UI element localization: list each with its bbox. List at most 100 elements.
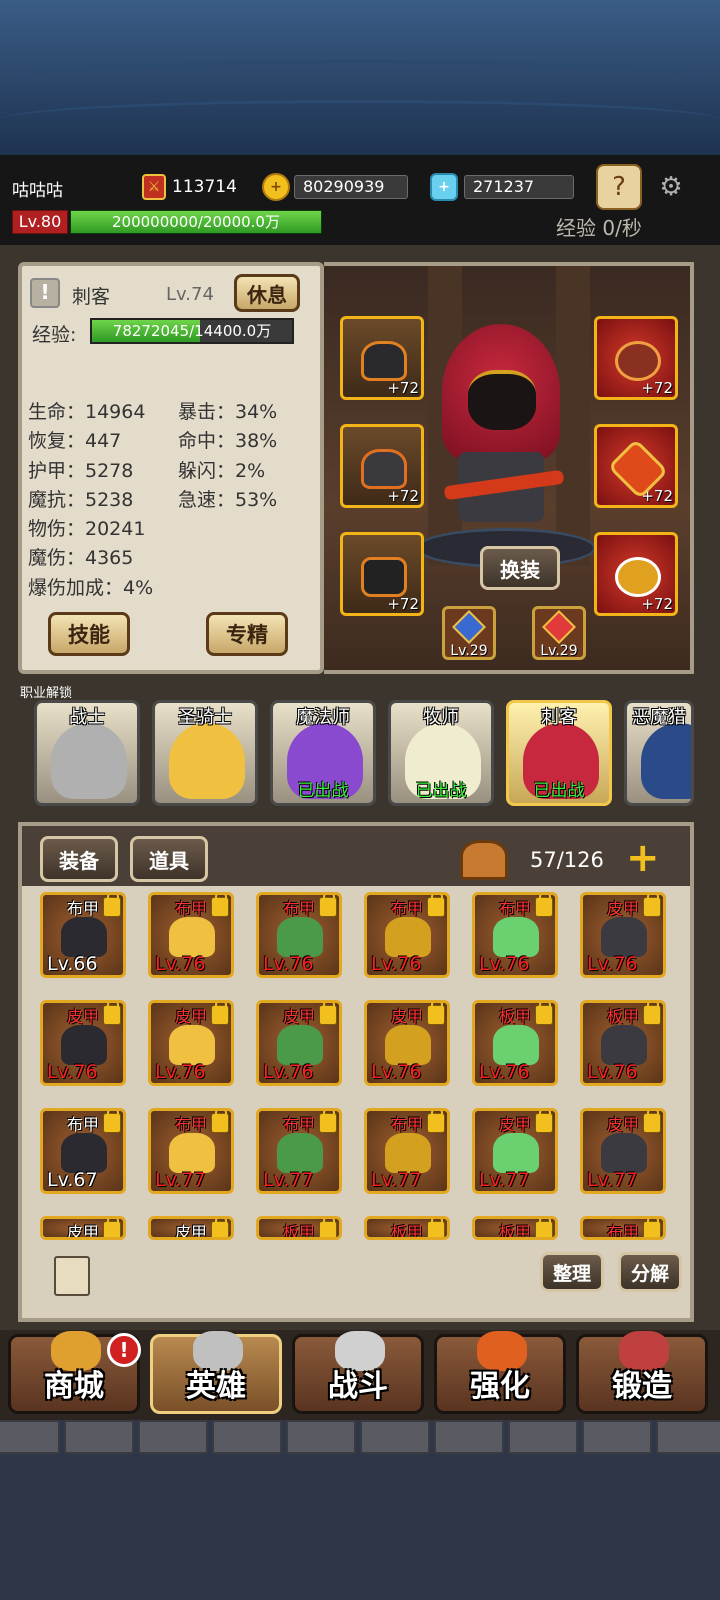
gem-level: Lv.29 xyxy=(450,643,488,659)
gold-coin-icon[interactable]: + xyxy=(262,173,290,201)
inventory-item[interactable]: 皮甲 Lv.76 xyxy=(364,1000,450,1086)
helmet-slot[interactable]: +72 xyxy=(340,316,424,400)
nav-shop[interactable]: 商城! xyxy=(8,1331,141,1414)
brick xyxy=(64,1420,134,1454)
class-portrait xyxy=(51,723,127,799)
inventory-item[interactable]: 布甲 Lv.77 xyxy=(148,1108,234,1194)
inventory-item[interactable]: 布甲 Lv.77 xyxy=(256,1108,342,1194)
lock-icon xyxy=(211,1219,229,1237)
decompose-button[interactable]: 分解 xyxy=(618,1252,682,1292)
inventory-item[interactable]: 皮甲 Lv.76 xyxy=(148,1000,234,1086)
inventory-item[interactable]: 板甲 Lv.76 xyxy=(580,1000,666,1086)
sword-shield-icon: ⚔ xyxy=(142,174,166,200)
armor-icon xyxy=(601,1133,647,1173)
gem-slot-2[interactable]: Lv.29 xyxy=(532,606,586,660)
item-level: Lv.77 xyxy=(479,1169,530,1191)
inventory-item[interactable]: 布甲 Lv.67 xyxy=(40,1108,126,1194)
nav-label: 商城 xyxy=(44,1369,104,1404)
armor-icon xyxy=(169,1133,215,1173)
enhance-level: +72 xyxy=(641,379,673,397)
hero-face xyxy=(468,370,536,430)
lock-icon xyxy=(319,895,337,917)
class-card[interactable]: 魔法师 已出战 xyxy=(270,700,376,806)
inventory-item[interactable]: 布甲 Lv.76 xyxy=(256,892,342,978)
inventory-item[interactable]: 布甲 Lv.77 xyxy=(364,1108,450,1194)
inventory-item[interactable]: 布甲 Lv.76 xyxy=(148,892,234,978)
boots-slot[interactable]: +72 xyxy=(340,532,424,616)
nav-battle[interactable]: 战斗 xyxy=(292,1331,424,1414)
stat-armor: 护甲：5278 xyxy=(28,459,134,482)
player-level: Lv.80 xyxy=(12,210,68,234)
tab-items[interactable]: 道具 xyxy=(130,836,208,882)
nav-label: 锻造 xyxy=(612,1369,672,1404)
inventory-item[interactable]: 布甲 Lv.76 xyxy=(472,892,558,978)
gold-value: 80290939 xyxy=(294,175,408,199)
lock-icon xyxy=(211,895,229,917)
inventory-item[interactable]: 布甲 xyxy=(580,1216,666,1240)
accessory-slot[interactable]: +72 xyxy=(594,532,678,616)
inventory-item[interactable]: 皮甲 Lv.76 xyxy=(40,1000,126,1086)
inventory-item[interactable]: 皮甲 Lv.77 xyxy=(580,1108,666,1194)
nav-enhance[interactable]: 强化 xyxy=(434,1331,566,1414)
class-card[interactable]: 恶魔猎 xyxy=(624,700,694,806)
lock-icon xyxy=(643,1219,661,1237)
class-card[interactable]: 圣骑士 xyxy=(152,700,258,806)
class-card[interactable]: 刺客 已出战 xyxy=(506,700,612,806)
helmet-icon xyxy=(361,341,407,381)
quest-book-icon[interactable]: ? xyxy=(596,164,642,210)
wave-decoration xyxy=(0,100,720,140)
class-card[interactable]: 战士 xyxy=(34,700,140,806)
weapon-slot[interactable]: +72 xyxy=(594,424,678,508)
nav-forge[interactable]: 锻造 xyxy=(576,1331,708,1414)
class-card[interactable]: 牧师 已出战 xyxy=(388,700,494,806)
item-level: Lv.77 xyxy=(587,1169,638,1191)
diamond-icon[interactable]: + xyxy=(430,173,458,201)
inventory-item[interactable]: 皮甲 xyxy=(40,1216,126,1240)
brick xyxy=(360,1420,430,1454)
class-name: 战士 xyxy=(69,707,105,728)
armor-icon xyxy=(385,917,431,957)
enhance-level: +72 xyxy=(641,595,673,613)
armor-icon xyxy=(493,1133,539,1173)
armor-slot[interactable]: +72 xyxy=(340,424,424,508)
lock-icon xyxy=(103,895,121,917)
specialization-button[interactable]: 专精 xyxy=(206,612,288,656)
item-level: Lv.76 xyxy=(263,953,314,975)
pillar xyxy=(556,266,590,566)
inventory-item[interactable]: 皮甲 Lv.76 xyxy=(580,892,666,978)
gems-value: 271237 xyxy=(464,175,574,199)
inventory-item[interactable]: 布甲 Lv.76 xyxy=(364,892,450,978)
sort-button[interactable]: 整理 xyxy=(540,1252,604,1292)
brick xyxy=(212,1420,282,1454)
gear-icon[interactable]: ⚙ xyxy=(648,164,694,210)
inventory-item[interactable]: 板甲 xyxy=(472,1216,558,1240)
armor-icon xyxy=(493,917,539,957)
inventory-item[interactable]: 布甲 Lv.66 xyxy=(40,892,126,978)
class-name: 刺客 xyxy=(541,707,577,728)
class-portrait xyxy=(169,723,245,799)
gloves-slot[interactable]: +72 xyxy=(594,316,678,400)
change-outfit-button[interactable]: 换装 xyxy=(480,546,560,590)
info-icon[interactable]: ! xyxy=(30,278,60,308)
book-icon[interactable] xyxy=(54,1256,90,1296)
tab-equipment[interactable]: 装备 xyxy=(40,836,118,882)
skills-button[interactable]: 技能 xyxy=(48,612,130,656)
item-level: Lv.77 xyxy=(371,1169,422,1191)
inventory-item[interactable]: 皮甲 Lv.76 xyxy=(256,1000,342,1086)
nav-hero[interactable]: 英雄 xyxy=(150,1331,282,1414)
brick xyxy=(434,1420,504,1454)
gem-slot-1[interactable]: Lv.29 xyxy=(442,606,496,660)
armor-icon xyxy=(601,917,647,957)
expand-capacity-button[interactable]: + xyxy=(626,838,670,880)
nav-label: 战斗 xyxy=(328,1369,388,1404)
inventory-item[interactable]: 板甲 xyxy=(256,1216,342,1240)
inventory-item[interactable]: 板甲 xyxy=(364,1216,450,1240)
lock-icon xyxy=(211,1111,229,1133)
item-level: Lv.76 xyxy=(371,953,422,975)
hero-class: 刺客 xyxy=(72,286,111,308)
inventory-item[interactable]: 皮甲 xyxy=(148,1216,234,1240)
inventory-item[interactable]: 皮甲 Lv.77 xyxy=(472,1108,558,1194)
inventory-item[interactable]: 板甲 Lv.76 xyxy=(472,1000,558,1086)
lock-icon xyxy=(643,1003,661,1025)
rest-button[interactable]: 休息 xyxy=(234,274,300,312)
